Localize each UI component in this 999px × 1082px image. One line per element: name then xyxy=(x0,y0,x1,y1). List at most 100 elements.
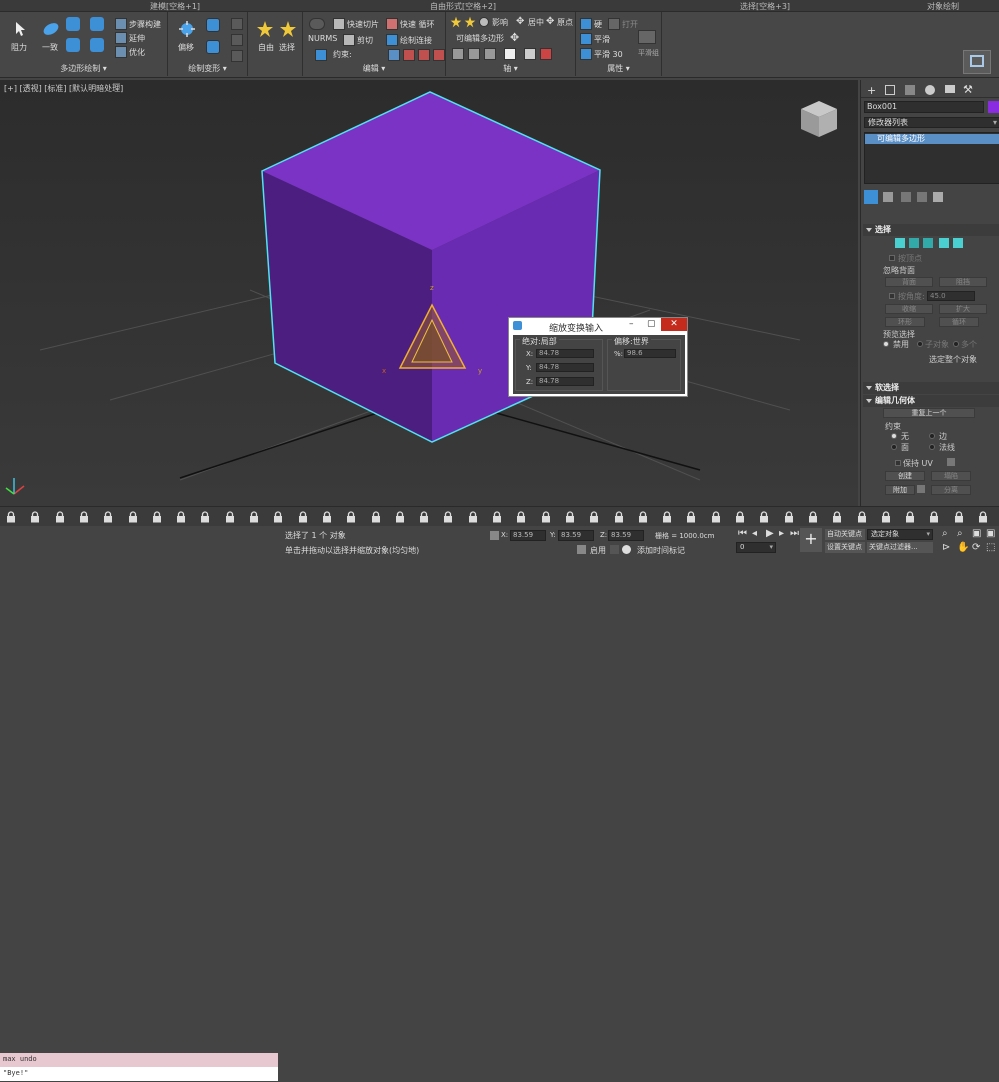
lock-icon[interactable] xyxy=(273,511,283,523)
nurms-toggle[interactable] xyxy=(309,18,325,30)
lock-icon[interactable] xyxy=(541,511,551,523)
zoom-all-icon[interactable]: ⌕ xyxy=(957,528,963,539)
center-label[interactable]: 居中 xyxy=(528,17,544,28)
lock-icon[interactable] xyxy=(103,511,113,523)
lock-icon[interactable] xyxy=(298,511,308,523)
lock-icon[interactable] xyxy=(395,511,405,523)
solve-surface-icon[interactable] xyxy=(90,17,104,31)
zoom-extents-all-icon[interactable]: ▣ xyxy=(986,528,995,539)
prev-frame-icon[interactable]: ◂ xyxy=(752,528,757,539)
lock-icon[interactable] xyxy=(346,511,356,523)
lock-icon[interactable] xyxy=(79,511,89,523)
quick-slice-icon[interactable] xyxy=(333,18,345,30)
paint-connect-label[interactable]: 绘制连接 xyxy=(400,35,432,46)
orbit-icon[interactable]: ⟳ xyxy=(972,542,980,553)
display-tab-icon[interactable] xyxy=(945,85,955,93)
detach-button[interactable]: 分离 xyxy=(931,485,971,495)
cut-label[interactable]: 剪切 xyxy=(357,35,373,46)
scale-percent-field[interactable]: 98.6 xyxy=(624,349,676,358)
deform-tool-1-icon[interactable] xyxy=(231,18,243,30)
remove-modifier-icon[interactable] xyxy=(917,192,927,202)
offset-icon[interactable] xyxy=(178,20,196,38)
edit-group-dropdown[interactable]: 编辑 ▾ xyxy=(303,63,445,74)
hierarchy-tab-icon[interactable] xyxy=(905,85,915,95)
lock-icon[interactable] xyxy=(443,511,453,523)
relax-icon[interactable] xyxy=(206,40,220,54)
constraint-normal-btn[interactable] xyxy=(418,49,430,61)
lock-icon[interactable] xyxy=(128,511,138,523)
zoom-icon[interactable]: ⌕ xyxy=(942,528,948,539)
lock-icon[interactable] xyxy=(929,511,939,523)
lock-icon[interactable] xyxy=(565,511,575,523)
maxscript-input[interactable]: max undo xyxy=(0,1053,278,1067)
attach-button[interactable]: 附加 xyxy=(885,485,915,495)
goto-end-icon[interactable]: ⏭ xyxy=(790,528,799,539)
goto-start-icon[interactable]: ⏮ xyxy=(738,528,747,539)
modify-tab-icon[interactable] xyxy=(885,85,895,95)
modifier-list-dropdown[interactable]: 修改器列表 xyxy=(864,117,999,128)
preview-multi-radio[interactable] xyxy=(953,341,959,347)
ring-button[interactable]: 环形 xyxy=(885,317,925,327)
make-unique-icon[interactable] xyxy=(901,192,911,202)
tab-modeling[interactable]: 建模[空格+1] xyxy=(150,1,200,12)
modifier-stack[interactable]: 可编辑多边形 xyxy=(864,132,999,184)
ribbon-minimize-button[interactable] xyxy=(963,50,991,74)
border-mode-icon[interactable] xyxy=(923,238,933,248)
set-key-button[interactable]: 设置关键点 xyxy=(825,542,865,553)
lock-icon[interactable] xyxy=(30,511,40,523)
nurms-label[interactable]: NURMS xyxy=(308,34,337,43)
configure-sets-icon[interactable] xyxy=(933,192,943,202)
extend-label[interactable]: 延伸 xyxy=(129,33,145,44)
viewcube[interactable] xyxy=(795,95,843,143)
optimize-label[interactable]: 优化 xyxy=(129,47,145,58)
branches-icon[interactable] xyxy=(90,38,104,52)
constraint-none-btn[interactable] xyxy=(315,49,327,61)
object-name-field[interactable]: Box001 xyxy=(864,101,984,113)
lock-icon[interactable] xyxy=(225,511,235,523)
box-white-icon[interactable] xyxy=(504,48,516,60)
maximize-viewport-icon[interactable]: ⬚ xyxy=(986,542,995,553)
quick-slice-label[interactable]: 快速切片 xyxy=(347,19,379,30)
cut-icon[interactable] xyxy=(343,34,355,46)
motion-tab-icon[interactable] xyxy=(925,85,935,95)
set-key-big-button[interactable]: + xyxy=(800,528,822,552)
show-end-result-icon[interactable] xyxy=(883,192,893,202)
smooth-icon[interactable] xyxy=(580,33,592,45)
soft-selection-rollout-header[interactable]: 软选择 xyxy=(863,382,999,394)
lock-icon[interactable] xyxy=(686,511,696,523)
smooth-label[interactable]: 平滑 xyxy=(594,34,610,45)
lock-icon[interactable] xyxy=(200,511,210,523)
create-tab-icon[interactable]: + xyxy=(867,84,876,97)
grow-button[interactable]: 扩大 xyxy=(939,304,987,314)
lock-icon[interactable] xyxy=(516,511,526,523)
lock-icon[interactable] xyxy=(492,511,502,523)
swift-loop-label[interactable]: 快速 循环 xyxy=(400,19,435,30)
grid-icon[interactable] xyxy=(452,48,464,60)
lock-icon[interactable] xyxy=(6,511,16,523)
repeat-last-button[interactable]: 重复上一个 xyxy=(883,408,975,418)
lock-icon[interactable] xyxy=(711,511,721,523)
poly-draw-dropdown[interactable]: 多边形绘制 ▾ xyxy=(0,63,167,74)
lock-icon[interactable] xyxy=(152,511,162,523)
polygon-mode-icon[interactable] xyxy=(939,238,949,248)
lock-icon[interactable] xyxy=(55,511,65,523)
lock-icon[interactable] xyxy=(468,511,478,523)
lock-icon[interactable] xyxy=(735,511,745,523)
loop-button[interactable]: 循环 xyxy=(939,317,979,327)
lock-icon[interactable] xyxy=(371,511,381,523)
frame-field[interactable]: 0 xyxy=(736,542,776,553)
coord-z-field[interactable]: 83.59 xyxy=(608,530,644,541)
utilities-tab-icon[interactable]: ⚒ xyxy=(963,83,973,96)
lock-icon[interactable] xyxy=(759,511,769,523)
object-color-swatch[interactable] xyxy=(988,101,999,113)
open-icon[interactable] xyxy=(608,18,620,30)
smoothing-groups-icon[interactable] xyxy=(638,30,656,44)
smooth30-label[interactable]: 平滑 30 xyxy=(594,49,623,60)
optimize-icon[interactable] xyxy=(115,46,127,58)
step-build-label[interactable]: 步骤构建 xyxy=(129,19,161,30)
edge-mode-icon[interactable] xyxy=(909,238,919,248)
constraint-face-radio[interactable] xyxy=(891,444,897,450)
star-small-2-icon[interactable] xyxy=(464,16,476,28)
preserve-uvs-settings-icon[interactable] xyxy=(947,458,955,466)
editable-poly-label[interactable]: 可编辑多边形 xyxy=(456,33,504,44)
